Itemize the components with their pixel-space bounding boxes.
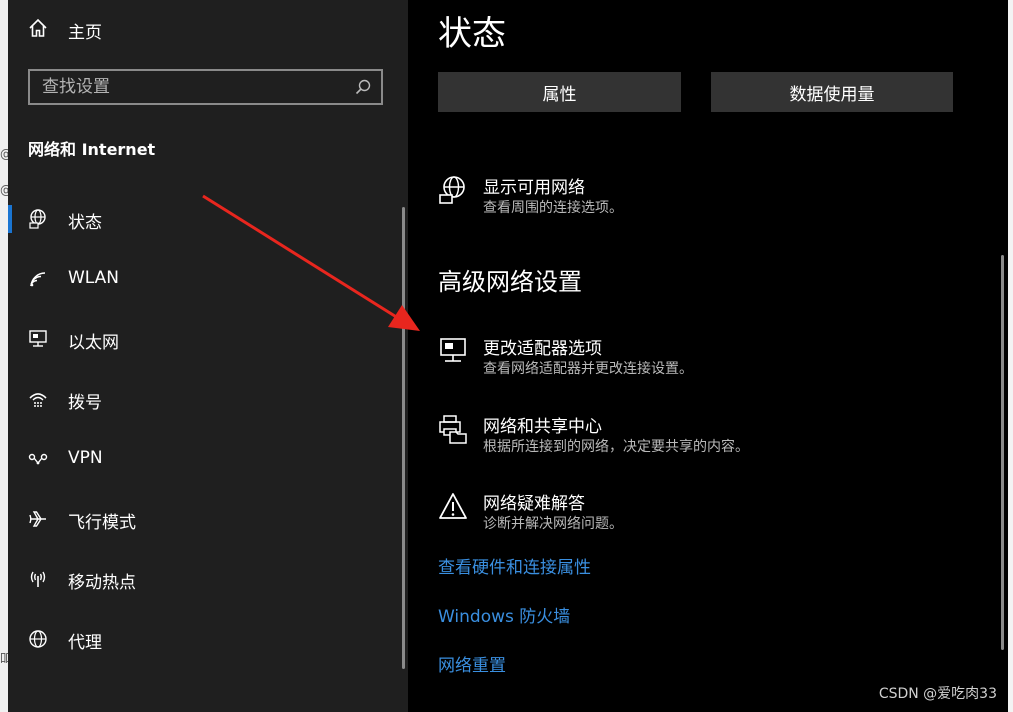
sharing-center-title: 网络和共享中心 — [483, 417, 602, 437]
sidebar-item-label: VPN — [68, 448, 103, 468]
sidebar-item-label: 移动热点 — [68, 573, 136, 593]
vpn-icon — [28, 449, 48, 469]
sharing-center-description: 根据所连接到的网络，决定要共享的内容。 — [483, 439, 749, 455]
sidebar-item-proxy[interactable]: 代理 — [8, 617, 398, 661]
globe-monitor-icon — [438, 175, 468, 205]
network-reset-link[interactable]: 网络重置 — [438, 651, 506, 676]
change-adapter-options[interactable]: 更改适配器选项 查看网络适配器并更改连接设置。 — [438, 334, 978, 386]
search-icon[interactable] — [355, 79, 371, 99]
globe-monitor-icon — [28, 209, 48, 229]
watermark: CSDN @爱吃肉33 — [878, 686, 997, 702]
adapter-options-title: 更改适配器选项 — [483, 339, 602, 359]
sidebar-item-airplane-mode[interactable]: 飞行模式 — [8, 497, 398, 541]
windows-firewall-link[interactable]: Windows 防火墙 — [438, 602, 570, 627]
monitor-network-icon — [438, 336, 468, 366]
sidebar-item-label: 状态 — [68, 213, 102, 233]
adapter-options-description: 查看网络适配器并更改连接设置。 — [483, 361, 693, 377]
page-title: 状态 — [438, 14, 506, 54]
search-box[interactable] — [28, 69, 383, 105]
status-page: 状态 属性 数据使用量 显示可用网络 查看周围的连接选项。 高级网络设置 更改适… — [408, 0, 1008, 712]
airplane-icon — [28, 509, 48, 529]
home-icon — [28, 18, 48, 42]
troubleshooter-description: 诊断并解决网络问题。 — [483, 516, 623, 532]
ethernet-icon — [28, 329, 48, 349]
sidebar-item-mobile-hotspot[interactable]: 移动热点 — [8, 557, 398, 601]
printer-folder-icon — [438, 414, 468, 444]
sidebar-item-wlan[interactable]: WLAN — [8, 257, 398, 301]
sidebar-item-label: WLAN — [68, 268, 120, 288]
advanced-network-settings-heading: 高级网络设置 — [438, 268, 582, 296]
main-scrollbar[interactable] — [1001, 255, 1004, 650]
show-available-networks[interactable]: 显示可用网络 查看周围的连接选项。 — [438, 173, 978, 225]
background-window-edge: @ @ 吅 — [0, 0, 12, 712]
sidebar-item-vpn[interactable]: VPN — [8, 437, 398, 481]
background-window-edge-right — [1008, 0, 1013, 712]
wifi-icon — [28, 269, 48, 289]
sidebar-item-ethernet[interactable]: 以太网 — [8, 317, 398, 361]
sidebar-item-label: 飞行模式 — [68, 513, 136, 533]
search-input[interactable] — [42, 71, 342, 103]
sidebar-item-label: 代理 — [68, 633, 102, 653]
selected-indicator — [8, 205, 12, 233]
sidebar-scrollbar[interactable] — [402, 207, 405, 669]
warning-icon — [438, 491, 468, 521]
troubleshooter-title: 网络疑难解答 — [483, 494, 585, 514]
network-sharing-center[interactable]: 网络和共享中心 根据所连接到的网络，决定要共享的内容。 — [438, 412, 978, 464]
section-title: 网络和 Internet — [28, 140, 156, 159]
sidebar-item-dialup[interactable]: 拨号 — [8, 377, 398, 421]
home-label: 主页 — [68, 22, 102, 43]
network-troubleshooter[interactable]: 网络疑难解答 诊断并解决网络问题。 — [438, 489, 978, 541]
sidebar-item-label: 拨号 — [68, 393, 102, 413]
globe-icon — [28, 629, 48, 649]
sidebar-item-status[interactable]: 状态 — [8, 197, 398, 241]
view-hardware-properties-link[interactable]: 查看硬件和连接属性 — [438, 553, 591, 578]
sidebar-item-label: 以太网 — [68, 333, 119, 353]
hotspot-icon — [28, 569, 48, 589]
show-networks-title: 显示可用网络 — [483, 178, 585, 198]
dialup-icon — [28, 389, 48, 409]
settings-sidebar: 主页 网络和 Internet 状态 WLAN 以太网 — [8, 0, 408, 712]
properties-button[interactable]: 属性 — [438, 72, 681, 112]
data-usage-button[interactable]: 数据使用量 — [711, 72, 953, 112]
home-nav-item[interactable]: 主页 — [28, 18, 102, 43]
show-networks-description: 查看周围的连接选项。 — [483, 200, 623, 216]
